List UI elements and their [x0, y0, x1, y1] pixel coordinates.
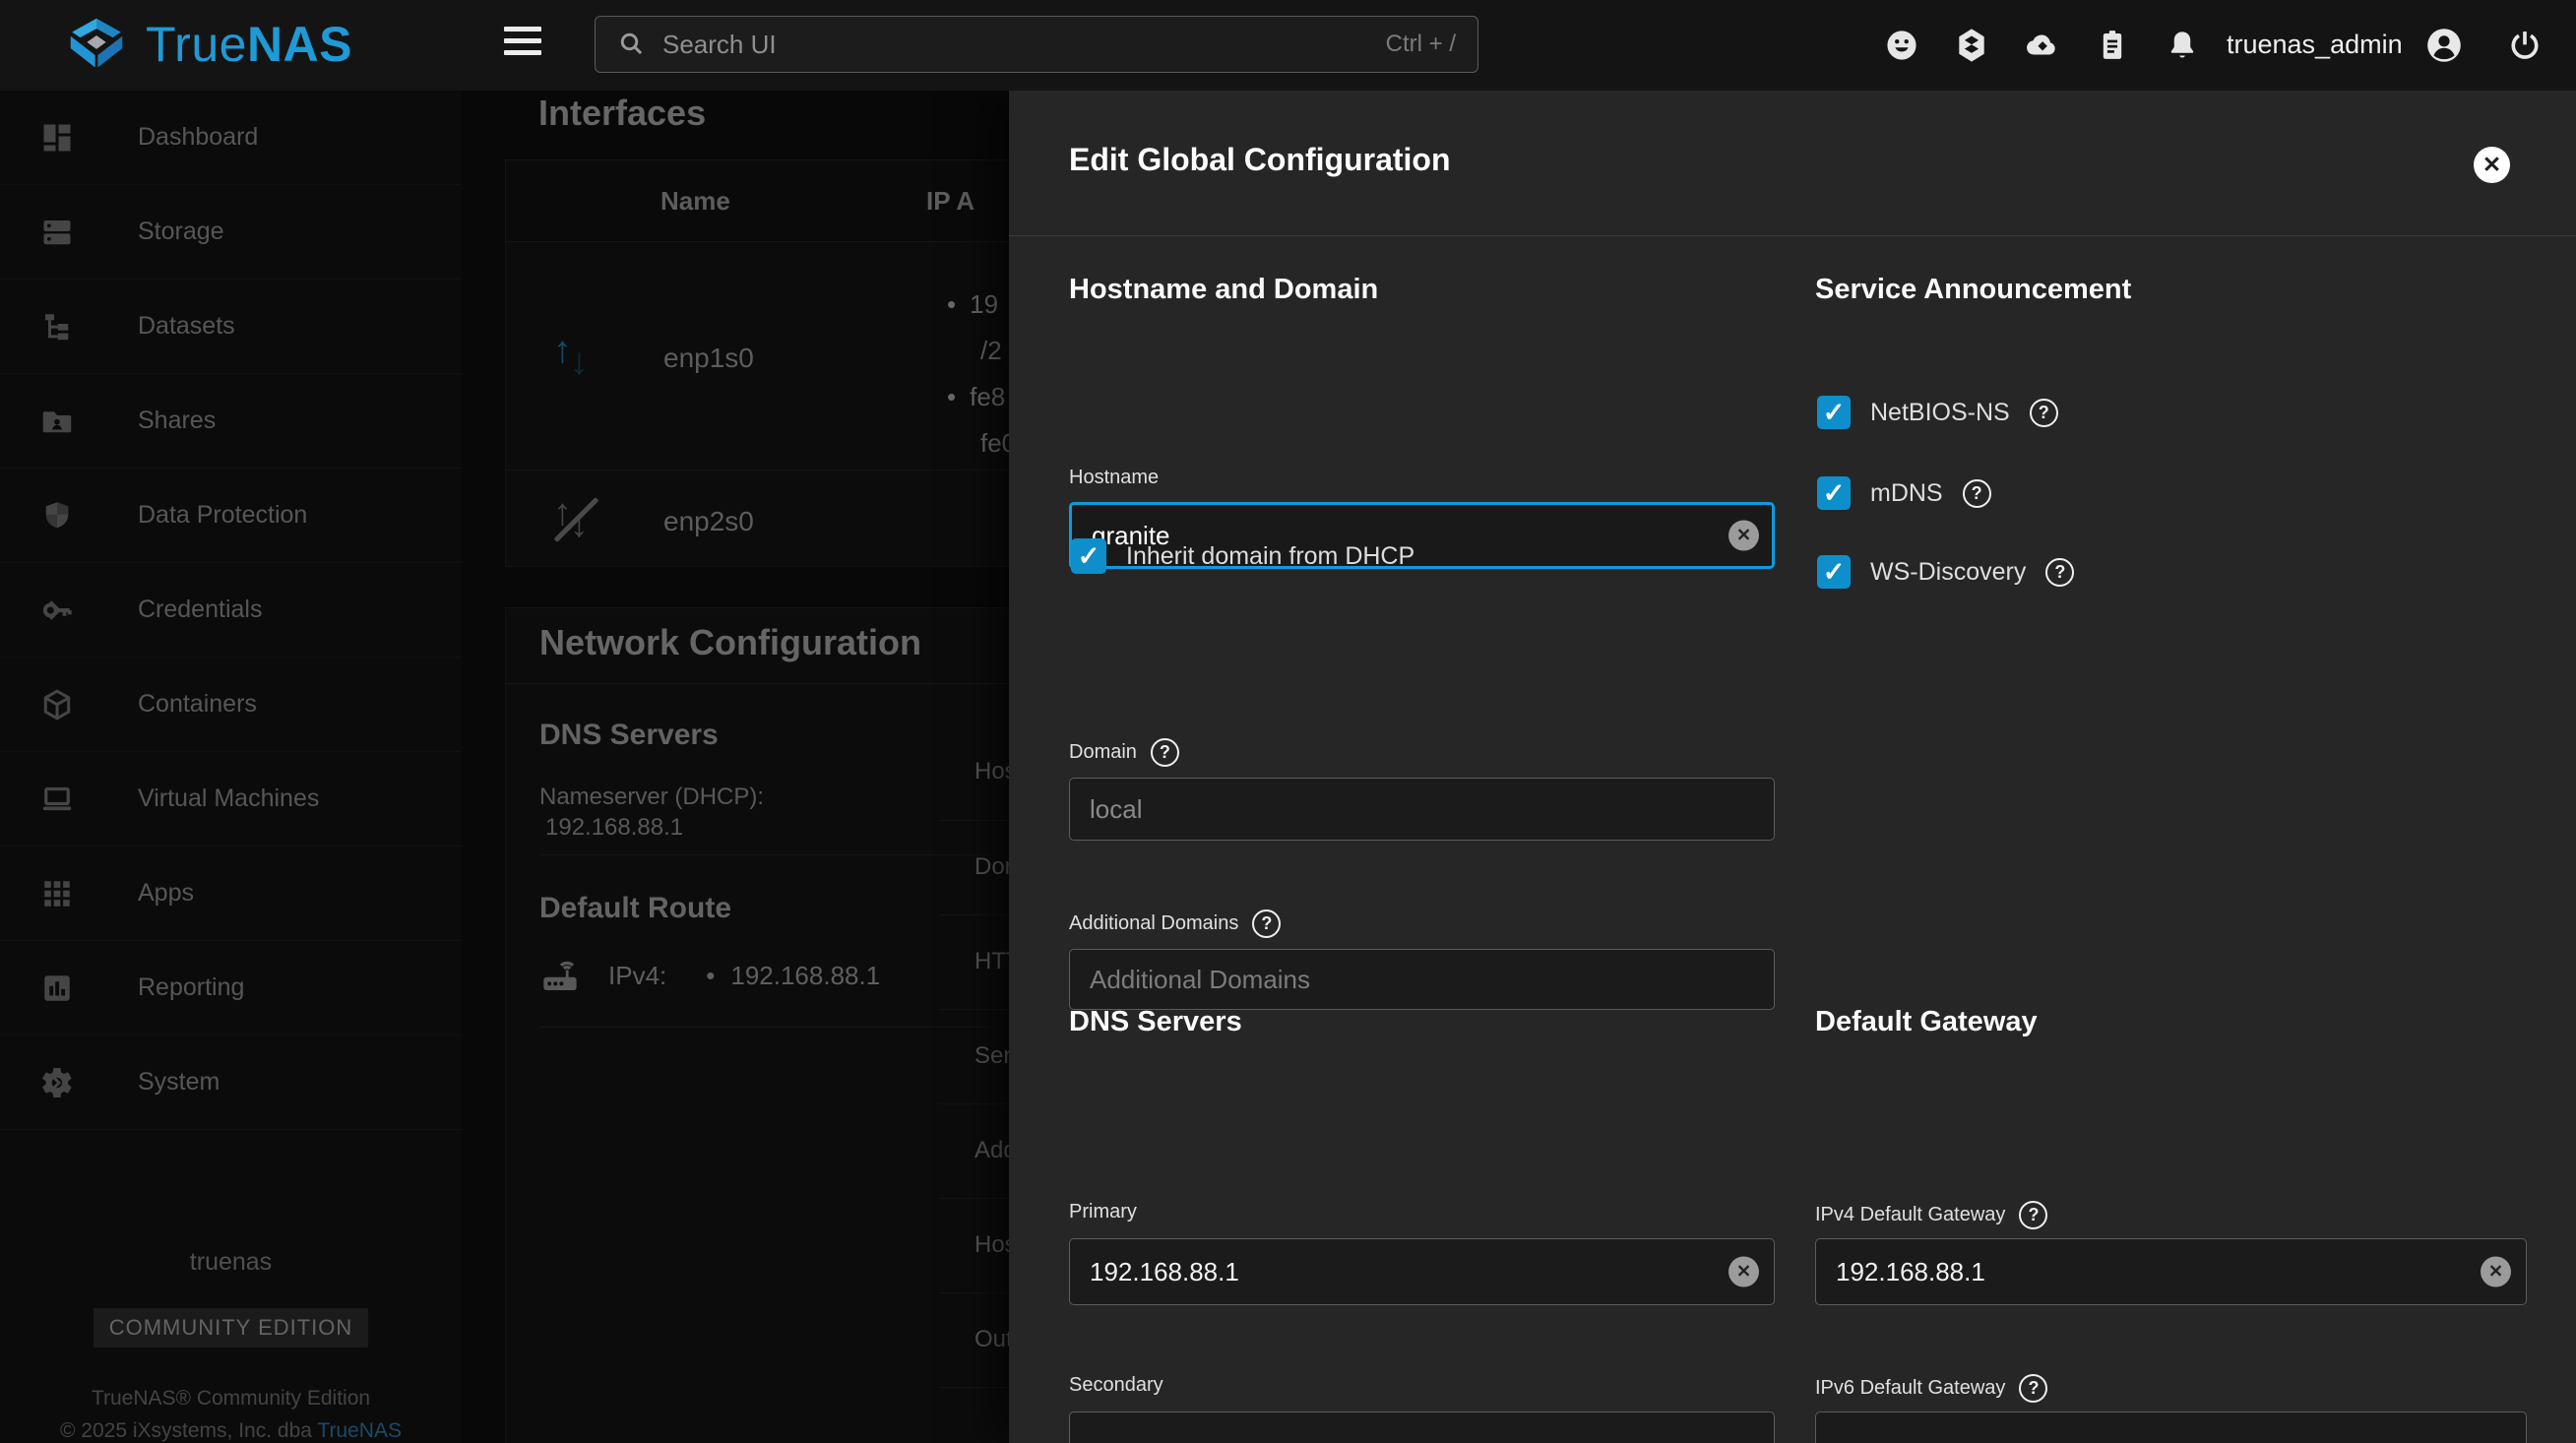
close-icon[interactable]: ✕: [2474, 147, 2510, 183]
ws-discovery-checkbox-row[interactable]: ✓ WS-Discovery ?: [1817, 555, 2074, 589]
mdns-label: mDNS: [1870, 479, 1943, 508]
help-icon[interactable]: ?: [2019, 1374, 2047, 1403]
edit-global-configuration-panel: Edit Global Configuration ✕ Hostname and…: [1009, 91, 2576, 1443]
domain-input[interactable]: [1069, 778, 1775, 841]
help-icon[interactable]: ?: [1151, 738, 1179, 767]
jobs-clipboard-icon[interactable]: [2094, 27, 2131, 64]
mdns-checkbox-row[interactable]: ✓ mDNS ?: [1817, 476, 1991, 510]
ipv6-gateway-input[interactable]: [1815, 1412, 2527, 1443]
top-header: TrueNAS Search UI Ctrl + / truenas_admin: [0, 0, 2576, 91]
help-icon[interactable]: ?: [1963, 479, 1991, 508]
checkbox-checked-icon[interactable]: ✓: [1071, 538, 1106, 574]
secondary-dns-field: [1069, 1412, 1775, 1443]
ipv6-gateway-field: [1815, 1412, 2527, 1443]
ipv6-gateway-label: IPv6 Default Gateway ?: [1815, 1374, 2047, 1403]
hostname-domain-heading: Hostname and Domain: [1069, 274, 1378, 306]
truenas-logo[interactable]: TrueNAS: [63, 16, 352, 73]
checkbox-checked-icon[interactable]: ✓: [1817, 396, 1851, 429]
additional-domains-label: Additional Domains ?: [1069, 910, 1281, 938]
checkbox-checked-icon[interactable]: ✓: [1817, 555, 1851, 589]
panel-title: Edit Global Configuration: [1069, 142, 1451, 178]
domain-label: Domain ?: [1069, 738, 1179, 767]
ws-discovery-label: WS-Discovery: [1870, 558, 2026, 587]
search-icon: [617, 30, 647, 59]
primary-dns-input[interactable]: [1069, 1238, 1775, 1305]
help-icon[interactable]: ?: [2019, 1201, 2047, 1229]
truenas-logo-icon: [63, 16, 130, 73]
inherit-domain-checkbox-row[interactable]: ✓ Inherit domain from DHCP: [1071, 538, 1414, 574]
truenas-cloud-icon[interactable]: [2023, 27, 2060, 64]
hostname-label: Hostname: [1069, 467, 1159, 489]
ipv4-gateway-input[interactable]: [1815, 1238, 2527, 1305]
clear-icon[interactable]: ✕: [1728, 1257, 1759, 1287]
checkbox-checked-icon[interactable]: ✓: [1817, 476, 1851, 510]
feedback-smiley-icon[interactable]: [1883, 27, 1920, 64]
ix-stack-icon[interactable]: [1953, 27, 1990, 64]
additional-domains-field: [1069, 949, 1775, 1010]
search-input[interactable]: Search UI: [662, 30, 1386, 60]
help-icon[interactable]: ?: [1252, 910, 1281, 938]
secondary-label: Secondary: [1069, 1374, 1163, 1397]
dns-servers-heading: DNS Servers: [1069, 1006, 1242, 1038]
search-bar[interactable]: Search UI Ctrl + /: [595, 16, 1478, 73]
ipv4-gateway-label: IPv4 Default Gateway ?: [1815, 1201, 2047, 1229]
primary-label: Primary: [1069, 1201, 1137, 1223]
domain-field: [1069, 778, 1775, 841]
secondary-dns-input[interactable]: [1069, 1412, 1775, 1443]
username[interactable]: truenas_admin: [2227, 30, 2403, 60]
user-avatar-icon[interactable]: [2423, 25, 2465, 66]
inherit-domain-label: Inherit domain from DHCP: [1126, 542, 1414, 571]
default-gateway-heading: Default Gateway: [1815, 1006, 2038, 1038]
search-shortcut: Ctrl + /: [1386, 31, 1456, 58]
ipv4-gateway-field: ✕: [1815, 1238, 2527, 1305]
primary-dns-field: ✕: [1069, 1238, 1775, 1305]
netbios-checkbox-row[interactable]: ✓ NetBIOS-NS ?: [1817, 396, 2058, 429]
truenas-app: Interfaces Name IP A ↑↓ enp1s0 19 /2 fe8…: [0, 0, 2576, 1443]
clear-icon[interactable]: ✕: [1728, 521, 1759, 551]
power-icon[interactable]: [2506, 27, 2544, 64]
clear-icon[interactable]: ✕: [2481, 1257, 2511, 1287]
help-icon[interactable]: ?: [2030, 399, 2058, 427]
notifications-bell-icon[interactable]: [2164, 27, 2201, 64]
service-announcement-heading: Service Announcement: [1815, 274, 2131, 306]
help-icon[interactable]: ?: [2045, 558, 2074, 587]
additional-domains-input[interactable]: [1069, 949, 1775, 1010]
menu-toggle-button[interactable]: [504, 27, 547, 64]
logo-text: TrueNAS: [146, 16, 352, 73]
netbios-label: NetBIOS-NS: [1870, 399, 2010, 427]
